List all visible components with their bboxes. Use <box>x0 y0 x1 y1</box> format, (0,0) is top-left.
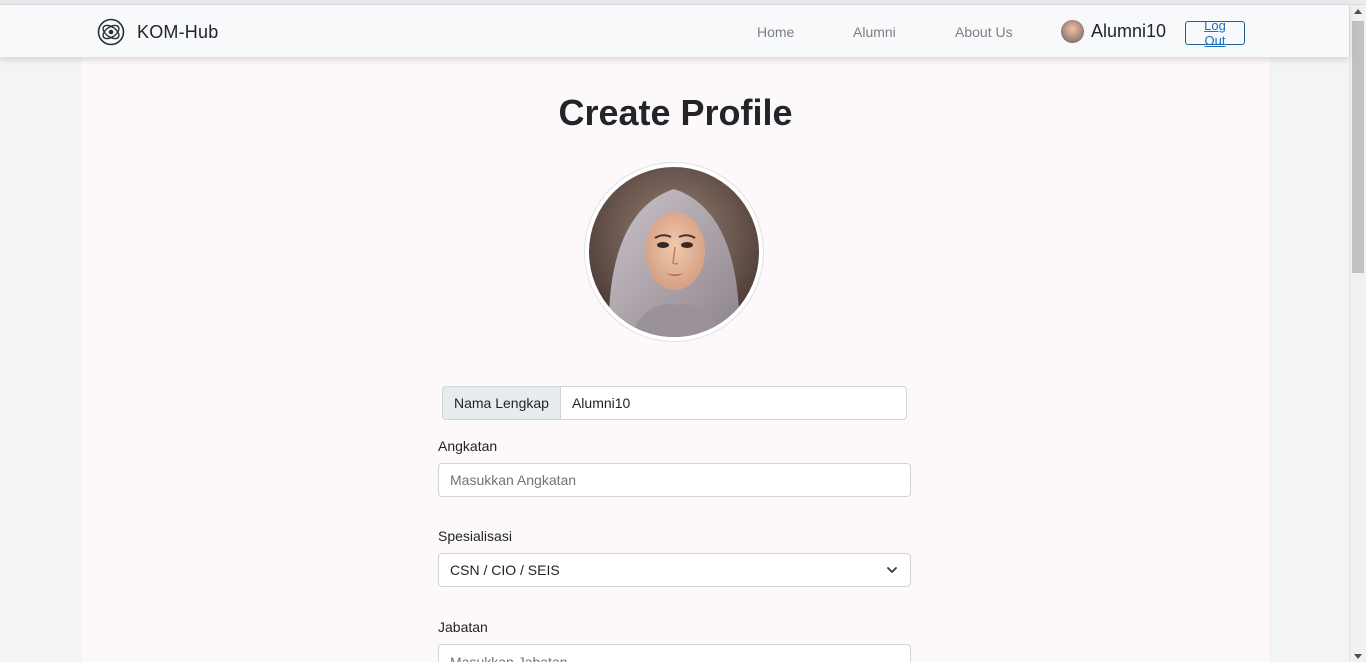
vertical-scrollbar[interactable] <box>1349 5 1366 662</box>
brand-name: KOM-Hub <box>137 21 219 42</box>
angkatan-input[interactable]: Masukkan Angkatan <box>438 463 911 497</box>
navbar: KOM-Hub Home Alumni About Us Alumni10 Lo… <box>0 5 1349 57</box>
jabatan-input[interactable]: Masukkan Jabatan <box>438 644 911 662</box>
nav-link-about-us[interactable]: About Us <box>955 24 1013 40</box>
nama-lengkap-input[interactable]: Alumni10 <box>559 386 907 420</box>
scrollbar-thumb[interactable] <box>1352 21 1364 273</box>
angkatan-label: Angkatan <box>438 438 498 454</box>
spesialisasi-select[interactable]: CSN / CIO / SEIS <box>438 553 911 587</box>
jabatan-placeholder: Masukkan Jabatan <box>450 654 568 662</box>
angkatan-placeholder: Masukkan Angkatan <box>450 472 577 488</box>
nama-lengkap-label: Nama Lengkap <box>442 386 560 420</box>
spesialisasi-label: Spesialisasi <box>438 528 512 544</box>
brand[interactable]: KOM-Hub <box>96 17 218 47</box>
user-name: Alumni10 <box>1091 21 1167 41</box>
user-menu[interactable]: Alumni10 <box>1061 20 1166 43</box>
nama-lengkap-value: Alumni10 <box>571 395 631 411</box>
page-title: Create Profile <box>558 92 793 133</box>
nama-lengkap-group: Nama Lengkap Alumni10 <box>442 386 907 420</box>
scroll-down-arrow-icon[interactable] <box>1354 654 1362 659</box>
nav-link-alumni[interactable]: Alumni <box>853 24 896 40</box>
user-avatar <box>1061 20 1084 43</box>
atom-logo-icon <box>97 18 125 46</box>
chevron-down-icon <box>887 567 897 573</box>
logout-button[interactable]: Log Out <box>1185 18 1245 48</box>
nav-link-home[interactable]: Home <box>757 24 794 40</box>
main-content: Create Profile Nama Lengkap Alumni10 Ang… <box>82 57 1269 662</box>
spesialisasi-value: CSN / CIO / SEIS <box>450 562 560 578</box>
scroll-up-arrow-icon[interactable] <box>1354 9 1362 14</box>
profile-photo[interactable] <box>585 163 763 341</box>
jabatan-label: Jabatan <box>438 619 488 635</box>
profile-portrait-image <box>589 167 759 337</box>
